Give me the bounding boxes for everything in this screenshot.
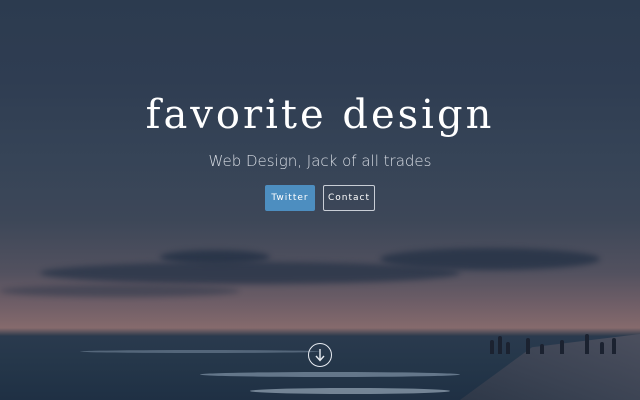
page-title: favorite design <box>145 92 495 138</box>
contact-button[interactable]: Contact <box>323 185 375 211</box>
tagline: Web Design, Jack of all trades <box>208 152 432 170</box>
hero-content: favorite design Web Design, Jack of all … <box>0 0 640 400</box>
scroll-down-button[interactable] <box>308 343 332 367</box>
hero-buttons: Twitter Contact <box>0 185 640 211</box>
arrow-down-icon <box>315 349 325 362</box>
twitter-button[interactable]: Twitter <box>265 185 315 211</box>
